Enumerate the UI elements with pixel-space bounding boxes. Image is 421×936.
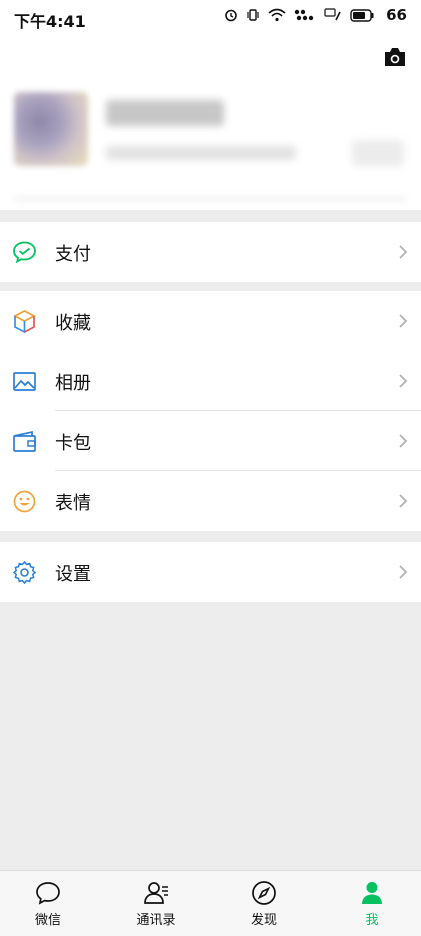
chevron-right-icon (398, 244, 408, 260)
tab-chats[interactable]: 微信 (8, 871, 88, 936)
menu-item-pay[interactable]: 支付 (0, 222, 421, 282)
tab-contacts-label: 通讯录 (136, 913, 176, 928)
bottom-tab-bar: 微信 通讯录 发现 我 (0, 870, 421, 936)
hd-signal-icon (324, 8, 342, 22)
chevron-right-icon (398, 564, 408, 580)
cards-label: 卡包 (55, 433, 91, 454)
pay-label: 支付 (55, 244, 91, 265)
pay-icon (12, 240, 37, 265)
stickers-label: 表情 (55, 493, 91, 514)
tab-me[interactable]: 我 (332, 871, 412, 936)
menu-item-settings[interactable]: 设置 (0, 542, 421, 602)
menu-item-stickers[interactable]: 表情 (0, 471, 421, 531)
alarm-icon (224, 8, 238, 22)
camera-icon[interactable] (383, 46, 407, 68)
chevron-right-icon (398, 493, 408, 509)
card-wallet-icon (12, 429, 37, 454)
network-dots-icon (294, 9, 316, 21)
favorites-cube-icon (12, 309, 37, 334)
tab-discover[interactable]: 发现 (224, 871, 304, 936)
tab-discover-label: 发现 (250, 913, 277, 928)
gear-icon (12, 560, 37, 585)
favorites-label: 收藏 (55, 313, 91, 334)
profile-divider (14, 196, 406, 202)
status-icons: 66 (224, 6, 407, 24)
nickname-blurred (106, 100, 224, 126)
battery-icon (350, 8, 374, 22)
smiley-icon (12, 489, 37, 514)
profile-header[interactable] (0, 36, 421, 210)
services-group: 收藏 相册 卡包 表情 (0, 291, 421, 531)
chevron-right-icon (398, 373, 408, 389)
tab-chats-label: 微信 (34, 913, 61, 928)
album-label: 相册 (55, 373, 91, 394)
settings-group: 设置 (0, 542, 421, 602)
status-time: 下午4:41 (14, 12, 86, 31)
chevron-right-icon (398, 433, 408, 449)
settings-label: 设置 (55, 564, 91, 585)
chevron-right-icon (398, 313, 408, 329)
tab-me-label: 我 (365, 913, 379, 928)
wechat-id-blurred (106, 146, 296, 160)
menu-item-favorites[interactable]: 收藏 (0, 291, 421, 351)
vibrate-icon (246, 8, 260, 22)
status-bar: 下午4:41 66 (0, 0, 421, 36)
compass-icon (250, 879, 278, 907)
pay-group: 支付 (0, 222, 421, 282)
avatar[interactable] (14, 92, 88, 166)
battery-level: 66 (386, 6, 407, 24)
chat-bubble-icon (34, 879, 62, 907)
menu-item-album[interactable]: 相册 (0, 351, 421, 411)
menu-item-cards[interactable]: 卡包 (0, 411, 421, 471)
qr-code-icon[interactable] (352, 140, 404, 166)
contacts-icon (142, 879, 170, 907)
person-icon (358, 879, 386, 907)
album-icon (12, 369, 37, 394)
wifi-icon (268, 8, 286, 22)
tab-contacts[interactable]: 通讯录 (116, 871, 196, 936)
